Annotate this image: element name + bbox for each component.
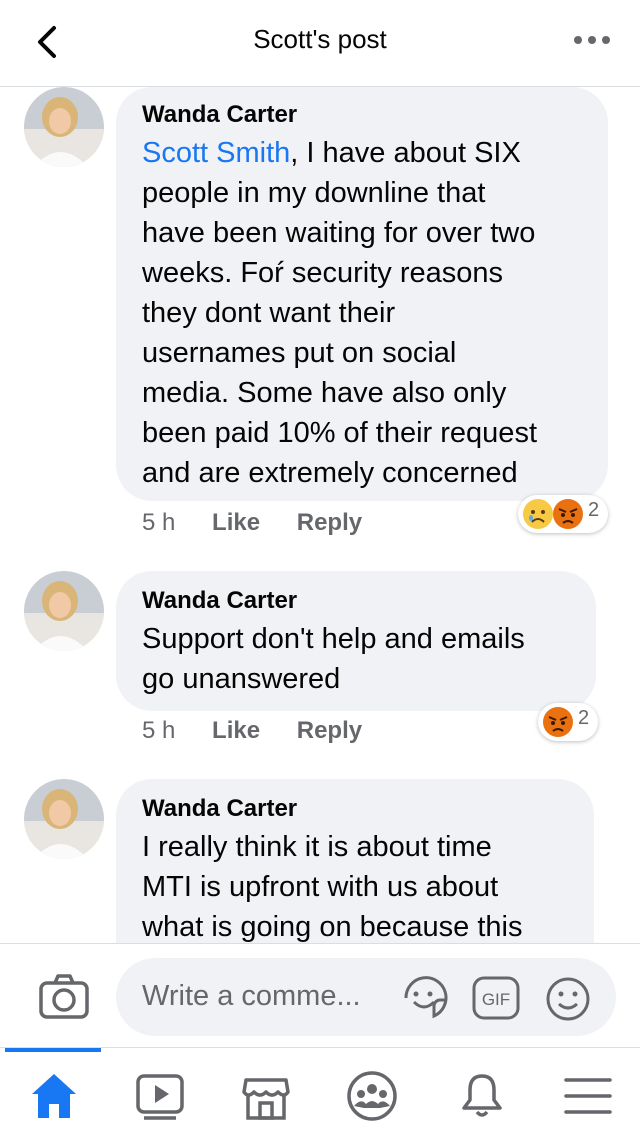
comment-time: 5 h	[142, 509, 176, 536]
comment-bubble: Wanda Carter Scott Smith, I have about S…	[116, 87, 608, 501]
watch-icon[interactable]	[134, 1070, 186, 1122]
sticker-icon[interactable]	[400, 974, 450, 1022]
comment-composer: Write a comme... GIF	[0, 943, 640, 1048]
comment-author[interactable]: Wanda Carter	[142, 587, 297, 615]
gif-icon[interactable]: GIF	[471, 975, 521, 1021]
sad-emoji-icon	[523, 499, 553, 529]
comments-list: Wanda Carter Scott Smith, I have about S…	[0, 87, 640, 943]
avatar[interactable]	[24, 571, 104, 651]
top-nav-bar: Scott's post	[0, 0, 640, 87]
like-button[interactable]: Like	[212, 509, 260, 536]
reply-button[interactable]: Reply	[297, 717, 362, 744]
avatar[interactable]	[24, 779, 104, 859]
comment-input[interactable]: Write a comme... GIF	[116, 958, 616, 1036]
page-title: Scott's post	[253, 24, 387, 54]
comment-author[interactable]: Wanda Carter	[142, 795, 297, 823]
more-options-icon[interactable]	[572, 30, 612, 50]
comment-text: I really think it is about time MTI is u…	[142, 831, 523, 943]
angry-emoji-icon	[553, 499, 583, 529]
comment-actions: 5 h Like Reply	[142, 717, 392, 745]
camera-icon[interactable]	[38, 971, 90, 1021]
notifications-icon[interactable]	[456, 1070, 508, 1122]
bottom-tab-bar	[0, 1047, 640, 1137]
comment-body: , I have about SIX people in my downline…	[142, 137, 537, 489]
comment-actions: 5 h Like Reply	[142, 509, 392, 537]
like-button[interactable]: Like	[212, 717, 260, 744]
reactions-summary[interactable]: 2	[538, 703, 598, 741]
comment-bubble: Wanda Carter Support don't help and emai…	[116, 571, 596, 711]
reaction-count: 2	[578, 707, 590, 729]
comment-input-placeholder: Write a comme...	[142, 980, 361, 1012]
reactions-summary[interactable]: 2	[518, 495, 608, 533]
comment-text: Scott Smith, I have about SIX people in …	[142, 133, 602, 493]
smiley-icon[interactable]	[544, 975, 592, 1023]
angry-emoji-icon	[543, 707, 573, 737]
comment-author[interactable]: Wanda Carter	[142, 101, 297, 129]
groups-icon[interactable]	[346, 1070, 398, 1122]
gif-label: GIF	[482, 990, 510, 1009]
avatar-photo-icon	[24, 571, 104, 651]
avatar[interactable]	[24, 87, 104, 167]
reply-button[interactable]: Reply	[297, 509, 362, 536]
comment-bubble: Wanda Carter I really think it is about …	[116, 779, 594, 943]
active-tab-indicator	[5, 1048, 101, 1052]
comment-time: 5 h	[142, 717, 176, 744]
avatar-photo-icon	[24, 87, 104, 167]
comment-text: Support don't help and emails go unanswe…	[142, 623, 525, 695]
marketplace-icon[interactable]	[240, 1070, 292, 1122]
avatar-photo-icon	[24, 779, 104, 859]
menu-icon[interactable]	[562, 1070, 614, 1122]
reaction-count: 2	[588, 499, 600, 521]
mention-link[interactable]: Scott Smith	[142, 137, 290, 169]
home-icon[interactable]	[28, 1070, 80, 1122]
